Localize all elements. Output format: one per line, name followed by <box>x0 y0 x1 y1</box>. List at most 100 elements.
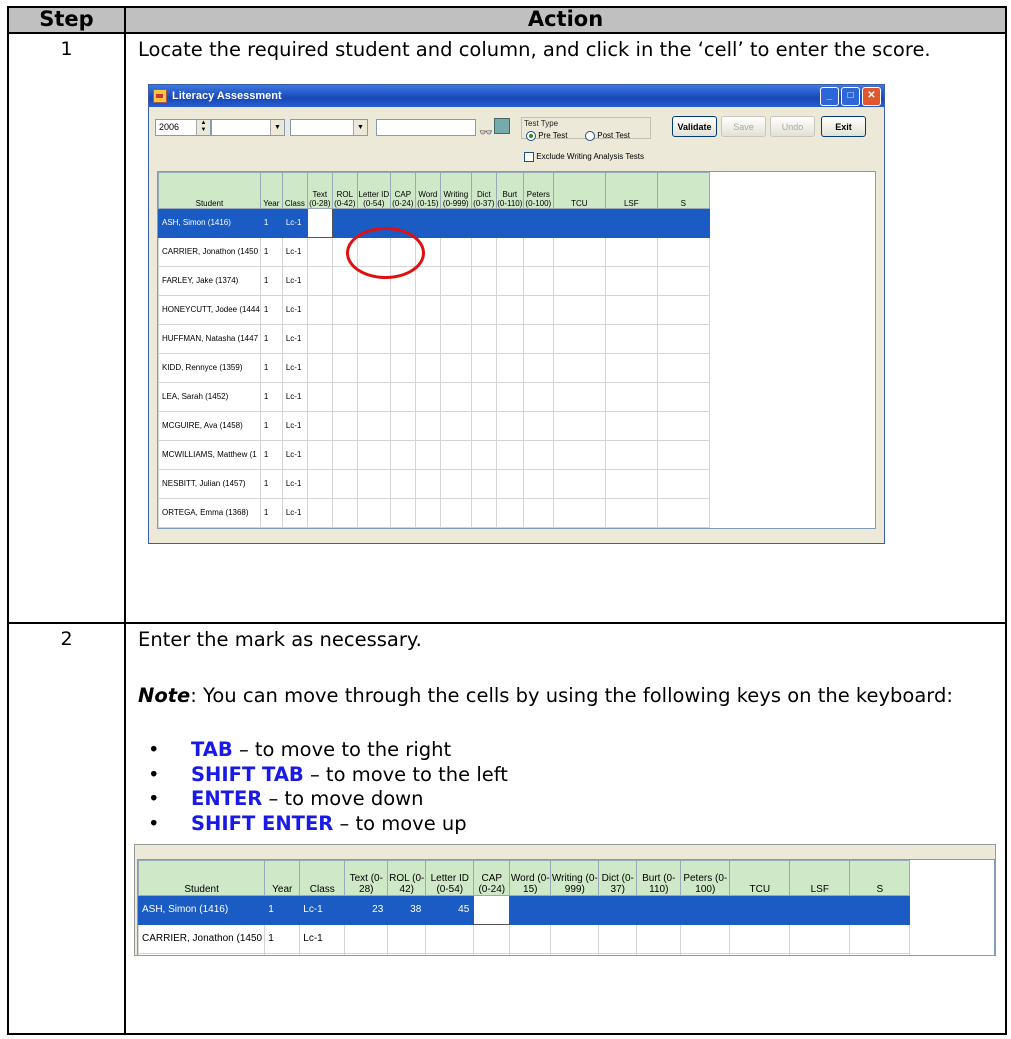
table-row[interactable]: FARLEY, Jake (1374)1Lc-1 <box>138 953 911 955</box>
grid-cell[interactable]: PFEIFER, Jacob (1379) <box>158 527 261 528</box>
grid-cell[interactable] <box>552 237 606 267</box>
grid-cell[interactable]: KIDD, Rennyce (1359) <box>158 353 261 383</box>
grid-cell[interactable] <box>414 295 441 325</box>
grid-cell[interactable]: 1 <box>264 895 301 925</box>
grid-cell[interactable] <box>473 924 511 954</box>
grid-cell[interactable] <box>550 953 600 955</box>
grid-cell[interactable] <box>414 324 441 354</box>
grid-cell[interactable] <box>331 324 358 354</box>
grid-cell[interactable]: MCGUIRE, Ava (1458) <box>158 411 261 441</box>
table-row[interactable]: FARLEY, Jake (1374)1Lc-1 <box>158 266 710 296</box>
grid-cell[interactable] <box>389 353 416 383</box>
grid-cell[interactable] <box>656 295 710 325</box>
grid-cell[interactable] <box>306 440 333 470</box>
grid-cell[interactable] <box>789 895 851 925</box>
grid-cell[interactable]: Lc-1 <box>299 895 346 925</box>
grid-cell[interactable] <box>522 295 554 325</box>
maximize-icon[interactable]: □ <box>841 86 860 106</box>
grid-cell[interactable] <box>509 895 552 925</box>
grid-cell[interactable] <box>470 469 497 499</box>
column-header[interactable]: CAP (0-24) <box>473 860 511 896</box>
grid-cell[interactable] <box>306 295 333 325</box>
grid-cell[interactable] <box>522 527 554 528</box>
grid-cell[interactable] <box>495 353 524 383</box>
grid-cell[interactable] <box>656 382 710 412</box>
grid-cell[interactable] <box>552 266 606 296</box>
grid-cell[interactable]: NESBITT, Julian (1457) <box>158 469 261 499</box>
grid-cell[interactable] <box>344 924 389 954</box>
grid-cell[interactable] <box>552 295 606 325</box>
grid-cell[interactable] <box>604 527 658 528</box>
grid-cell[interactable] <box>604 382 658 412</box>
grid-cell[interactable] <box>656 324 710 354</box>
grid-cell[interactable] <box>306 208 333 238</box>
table-row[interactable]: MCGUIRE, Ava (1458) 1 Lc-1 <box>158 411 710 441</box>
grid-cell[interactable] <box>439 353 472 383</box>
grid-cell[interactable] <box>470 353 497 383</box>
grid-cell[interactable] <box>598 924 638 954</box>
grid-cell[interactable] <box>656 527 710 528</box>
grid-cell[interactable]: Lc-1 <box>299 924 346 954</box>
grid-cell[interactable]: 1 <box>259 208 283 238</box>
column-header[interactable]: ROL (0-42) <box>387 860 427 896</box>
grid-cell[interactable] <box>306 469 333 499</box>
grid-cell[interactable] <box>550 895 600 925</box>
grid-cell[interactable] <box>604 208 658 238</box>
grid-cell[interactable]: 1 <box>259 498 283 528</box>
grid-cell[interactable] <box>470 440 497 470</box>
grid-cell[interactable] <box>414 266 441 296</box>
grid-cell[interactable] <box>356 382 391 412</box>
grid-cell[interactable]: Lc-1 <box>281 382 308 412</box>
grid-cell[interactable]: Lc-1 <box>281 295 308 325</box>
grid-cell[interactable] <box>552 527 606 528</box>
grid-cell[interactable] <box>389 527 416 528</box>
grid-cell[interactable] <box>331 527 358 528</box>
grid-cell[interactable] <box>439 382 472 412</box>
grid-cell[interactable] <box>306 382 333 412</box>
grid-cell[interactable]: 1 <box>259 411 283 441</box>
grid-cell[interactable] <box>849 953 911 955</box>
grid-cell[interactable] <box>495 440 524 470</box>
grid-cell[interactable] <box>729 895 791 925</box>
grid-cell[interactable] <box>473 953 511 955</box>
grid-cell[interactable]: Lc-1 <box>281 411 308 441</box>
grid-cell[interactable] <box>604 295 658 325</box>
grid-cell[interactable] <box>598 895 638 925</box>
grid-cell[interactable]: 23 <box>344 895 389 925</box>
grid-cell[interactable] <box>656 208 710 238</box>
grid-cell[interactable]: ORTEGA, Emma (1368) <box>158 498 261 528</box>
column-header[interactable]: Student <box>138 860 266 896</box>
grid-cell[interactable] <box>306 498 333 528</box>
table-row[interactable]: MCWILLIAMS, Matthew (1 1 Lc-1 <box>158 440 710 470</box>
grid-cell[interactable]: Lc-1 <box>281 469 308 499</box>
grid-cell[interactable]: Lc-1 <box>281 353 308 383</box>
grid-cell[interactable]: Lc-1 <box>299 953 346 955</box>
grid-cell[interactable]: 45 <box>425 895 475 925</box>
grid-cell[interactable] <box>439 498 472 528</box>
grid-cell[interactable] <box>414 382 441 412</box>
minimize-icon[interactable]: _ <box>820 86 839 106</box>
grid-cell[interactable] <box>495 237 524 267</box>
column-header[interactable]: Burt (0-110) <box>636 860 682 896</box>
grid-cell[interactable] <box>389 324 416 354</box>
grid-cell[interactable] <box>636 953 682 955</box>
column-header[interactable]: Class <box>299 860 346 896</box>
grid-cell[interactable] <box>495 411 524 441</box>
grid-cell[interactable] <box>522 469 554 499</box>
column-header[interactable]: Dict (0-37) <box>598 860 638 896</box>
grid-cell[interactable]: ASH, Simon (1416) <box>158 208 261 238</box>
column-header[interactable]: Letter ID (0-54) <box>356 172 391 209</box>
column-header[interactable]: Writing (0-999) <box>550 860 600 896</box>
grid-cell[interactable]: 1 <box>259 266 283 296</box>
grid-cell[interactable] <box>439 208 472 238</box>
column-header[interactable]: TCU <box>729 860 791 896</box>
column-header[interactable]: Peters (0-100) <box>680 860 731 896</box>
grid-cell[interactable] <box>387 953 427 955</box>
close-icon[interactable]: ✕ <box>862 86 881 106</box>
grid-cell[interactable] <box>495 266 524 296</box>
grid-cell[interactable] <box>425 953 475 955</box>
column-header[interactable]: LSF <box>604 172 658 209</box>
grid-cell[interactable] <box>522 237 554 267</box>
grid-cell[interactable] <box>656 266 710 296</box>
grid-cell[interactable]: CARRIER, Jonathon (1450 <box>158 237 261 267</box>
